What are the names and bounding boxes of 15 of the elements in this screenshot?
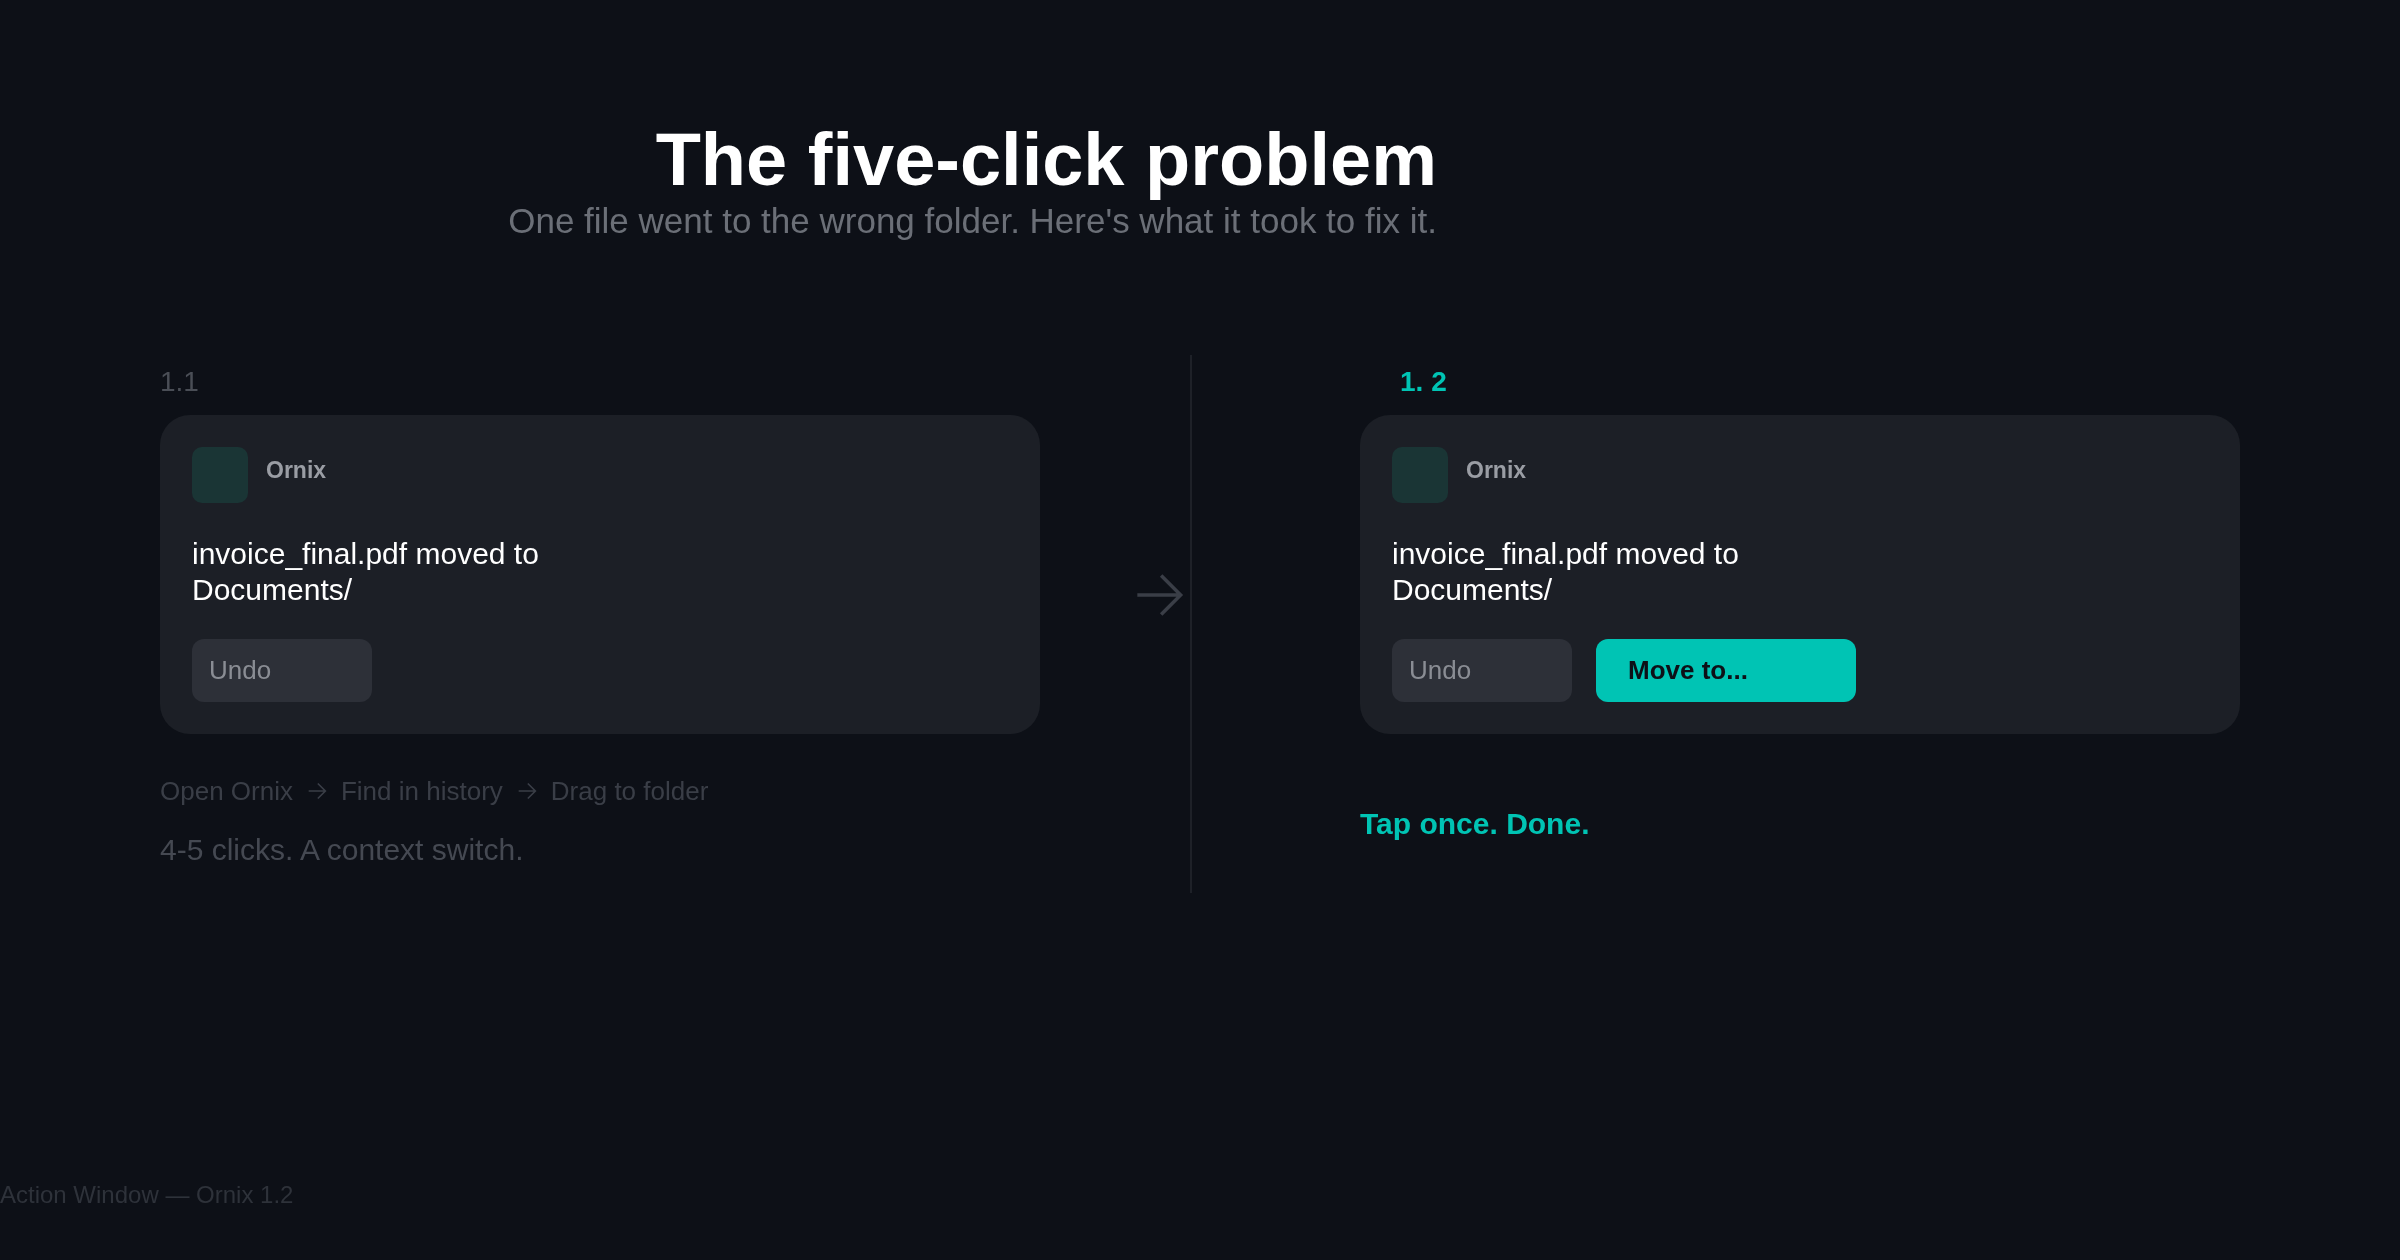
summary-text: 4-5 clicks. A context switch.: [160, 832, 525, 868]
page-title: The five-click problem: [655, 118, 1437, 202]
app-name: Ornix: [266, 457, 327, 484]
move-button[interactable]: Move to...: [1596, 639, 1856, 702]
page-subtitle: One file went to the wrong folder. Here's what it took to fix it.: [508, 200, 1437, 242]
undo-button[interactable]: Undo: [1392, 639, 1572, 702]
arrow-icon: [306, 781, 327, 801]
summary-text: Tap once. Done.: [1360, 806, 1591, 842]
step-label: 1. 2: [1399, 365, 1448, 399]
step-label: 1.1: [160, 365, 200, 399]
notification-message: invoice_final.pdf moved to Documents/: [1392, 536, 1740, 608]
arrow-icon: [516, 781, 537, 801]
app-name: Ornix: [1466, 457, 1527, 484]
notification-message: invoice_final.pdf moved to Documents/: [192, 536, 540, 608]
undo-button[interactable]: Undo: [192, 639, 372, 702]
